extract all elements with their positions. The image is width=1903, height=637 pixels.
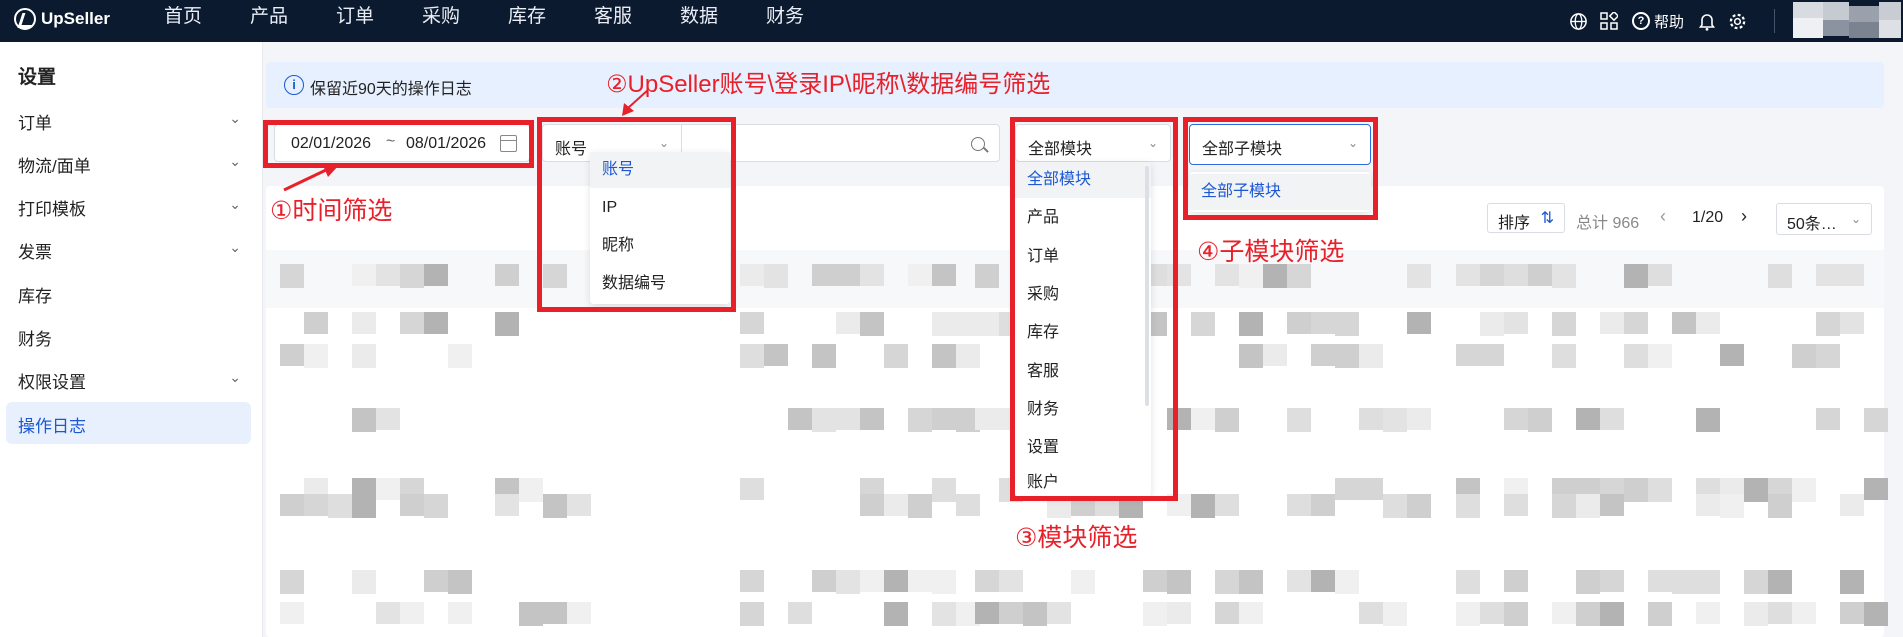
annotation-time-filter: ①时间筛选	[270, 197, 393, 225]
annotation-module-filter: ③模块筛选	[1015, 524, 1138, 552]
annotation-submodule-filter: ④子模块筛选	[1197, 238, 1345, 266]
annotation-account-filter: ②UpSeller账号\登录IP\昵称\数据编号筛选	[606, 71, 1051, 98]
